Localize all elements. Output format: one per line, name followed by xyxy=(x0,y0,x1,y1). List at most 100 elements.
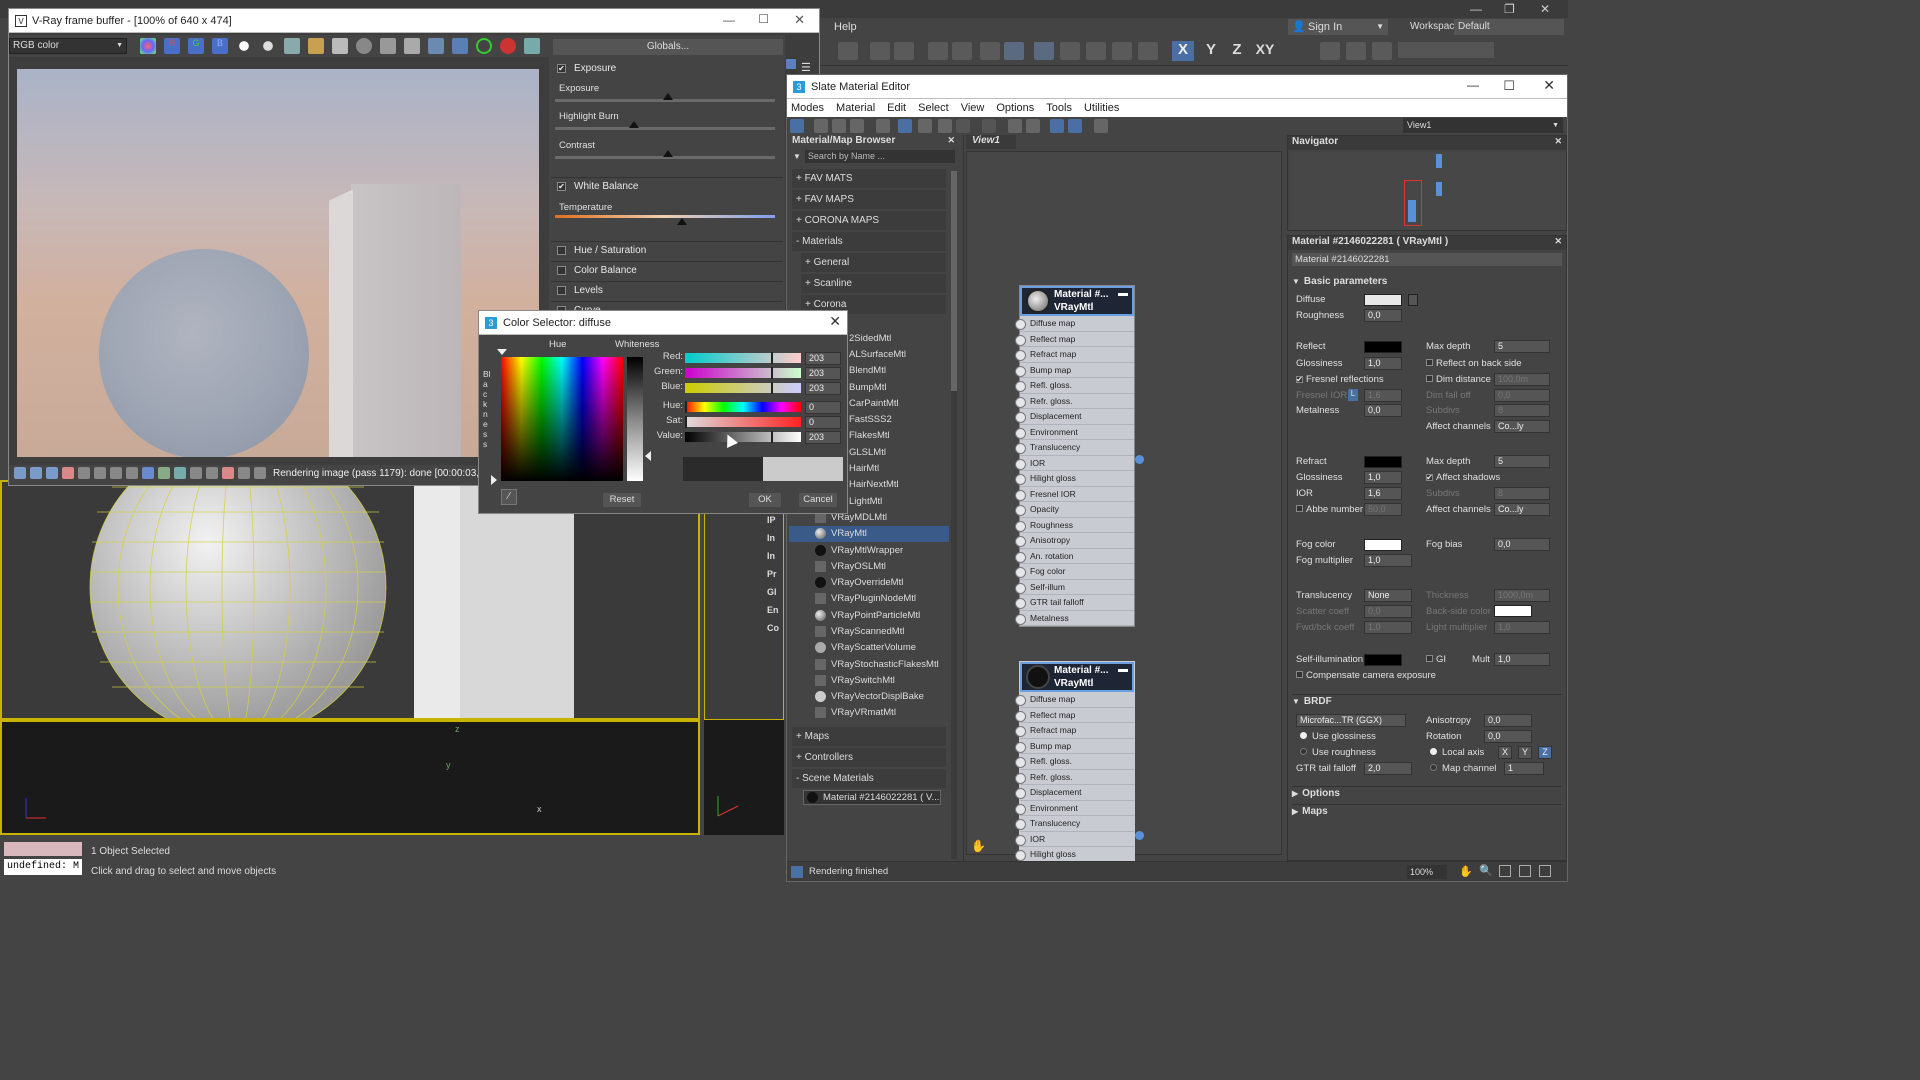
toolbar-icon[interactable] xyxy=(62,467,74,479)
maximize-icon[interactable]: ☐ xyxy=(1503,78,1515,94)
reflect-back-checkbox[interactable] xyxy=(1426,359,1433,366)
node-port[interactable]: Bump map xyxy=(1015,739,1134,754)
axis-y-button[interactable]: Y xyxy=(1518,746,1532,759)
hue-blackness-field[interactable] xyxy=(501,357,623,481)
delete-icon[interactable] xyxy=(876,119,890,133)
blackness-marker-icon[interactable] xyxy=(491,475,497,485)
node-port[interactable]: Metalness xyxy=(1015,611,1134,626)
backside-swatch[interactable] xyxy=(1494,605,1532,617)
exposure-checkbox[interactable]: ✔ xyxy=(557,63,566,73)
node-port[interactable]: Diffuse map xyxy=(1015,692,1134,708)
maximize-icon[interactable]: ☐ xyxy=(758,12,769,26)
slider-thumb[interactable] xyxy=(771,367,773,379)
toolbar-icon[interactable] xyxy=(94,467,106,479)
red-channel-icon[interactable]: R xyxy=(164,38,180,54)
layers-icon[interactable] xyxy=(452,38,468,54)
viewport-bottom-left[interactable]: z y x xyxy=(0,720,700,835)
axis-x-button[interactable]: X xyxy=(1498,746,1512,759)
menu-utilities[interactable]: Utilities xyxy=(1084,102,1119,114)
layout-icon[interactable] xyxy=(1008,119,1022,133)
zoom-extents-icon[interactable] xyxy=(1519,865,1531,877)
local-axis-label[interactable]: Local axis xyxy=(1430,747,1484,758)
comp-cam-checkbox[interactable] xyxy=(1296,671,1303,678)
clear-icon[interactable] xyxy=(332,38,348,54)
viewport-perspective[interactable] xyxy=(0,480,700,720)
category-maps[interactable]: + Maps xyxy=(792,727,946,747)
close-icon[interactable]: ✕ xyxy=(1554,136,1562,147)
node-output-port[interactable] xyxy=(1135,831,1144,840)
node-port[interactable]: GTR tail falloff xyxy=(1015,595,1134,611)
fwd-spinner[interactable]: 1,0 xyxy=(1364,621,1412,634)
collapse-icon[interactable]: ▬ xyxy=(1118,664,1128,675)
minimize-icon[interactable]: — xyxy=(1467,78,1479,92)
browser-scrollbar[interactable] xyxy=(951,171,957,859)
list-item[interactable]: VRayOverrideMtl xyxy=(789,574,949,590)
node-port[interactable]: Refract map xyxy=(1015,347,1134,363)
brdf-rollout[interactable]: ▼ BRDF xyxy=(1292,694,1562,708)
node-header[interactable]: Material #... VRayMtl ▬ xyxy=(1020,662,1134,692)
sign-in-button[interactable]: 👤 Sign In ▼ xyxy=(1288,19,1388,35)
node-port[interactable]: Opacity xyxy=(1015,502,1134,518)
use-roughness-label[interactable]: Use roughness xyxy=(1300,747,1376,758)
maps-rollout[interactable]: ▶ Maps xyxy=(1292,804,1562,818)
zoom-selected-icon[interactable] xyxy=(1539,865,1551,877)
affect-shadows-label[interactable]: ✔ Affect shadows xyxy=(1426,472,1500,483)
eyedropper-icon[interactable]: ⁄ xyxy=(501,489,517,505)
toolbar-icon[interactable] xyxy=(894,42,914,60)
red-spinner[interactable]: 203 xyxy=(805,352,841,365)
toolbar-icon[interactable] xyxy=(30,467,42,479)
maxscript-input[interactable]: undefined: M xyxy=(4,859,82,875)
brdf-type-dropdown[interactable]: Microfac...TR (GGX) xyxy=(1296,714,1406,727)
slider-thumb[interactable] xyxy=(685,416,687,428)
fresnel-ior-spinner[interactable]: 1,6 xyxy=(1364,389,1402,402)
zoom-region-icon[interactable] xyxy=(1499,865,1511,877)
list-item[interactable]: VRayVectorDisplBake xyxy=(789,689,949,705)
axis-xy-button[interactable]: XY xyxy=(1252,41,1278,61)
highlight-burn-thumb[interactable] xyxy=(629,121,639,128)
node-port[interactable]: Displacement xyxy=(1015,409,1134,425)
globals-button[interactable]: Globals... xyxy=(553,39,783,55)
map-channel-label[interactable]: Map channel xyxy=(1430,763,1496,774)
category-scene-materials[interactable]: - Scene Materials xyxy=(792,769,946,789)
gi-checkbox[interactable] xyxy=(1426,655,1433,662)
menu-modes[interactable]: Modes xyxy=(791,102,824,114)
toolbar-icon[interactable] xyxy=(174,467,186,479)
slider-thumb[interactable] xyxy=(771,352,773,364)
list-item[interactable]: VRayStochasticFlakesMtl xyxy=(789,656,949,672)
list-item[interactable]: VRayMtlWrapper xyxy=(789,542,949,558)
node-port[interactable]: Bump map xyxy=(1015,363,1134,378)
dim-distance-checkbox[interactable] xyxy=(1426,375,1433,382)
show-map-icon[interactable] xyxy=(982,119,996,133)
toolbar-icon[interactable] xyxy=(980,42,1000,60)
fog-color-swatch[interactable] xyxy=(1364,539,1402,551)
toolbar-icon[interactable] xyxy=(1372,42,1392,60)
toolbar-icon[interactable] xyxy=(838,42,858,60)
menu-material[interactable]: Material xyxy=(836,102,875,114)
teapot-icon[interactable] xyxy=(524,38,540,54)
layout-children-icon[interactable] xyxy=(1026,119,1040,133)
pick-material-icon[interactable] xyxy=(814,119,828,133)
mono-icon[interactable] xyxy=(260,38,276,54)
subcategory-general[interactable]: + General xyxy=(801,253,946,272)
reflect-back-label[interactable]: Reflect on back side xyxy=(1426,358,1522,369)
green-slider[interactable] xyxy=(685,368,801,378)
refr-glossiness-spinner[interactable]: 1,0 xyxy=(1364,471,1402,484)
node-header[interactable]: Material #... VRayMtl ▬ xyxy=(1020,286,1134,316)
rollout-item[interactable]: In xyxy=(757,551,787,569)
checker-icon[interactable] xyxy=(956,119,970,133)
track-mouse-icon[interactable] xyxy=(404,38,420,54)
options-rollout[interactable]: ▶ Options xyxy=(1292,786,1562,800)
rollout-item[interactable]: En xyxy=(757,605,787,623)
white-balance-section[interactable]: ✔ White Balance xyxy=(551,177,783,195)
menu-view[interactable]: View xyxy=(961,102,985,114)
value-slider[interactable] xyxy=(685,432,801,442)
close-icon[interactable]: ✕ xyxy=(947,135,955,146)
toolbar-icon[interactable] xyxy=(222,467,234,479)
list-item[interactable]: VRayPointParticleMtl xyxy=(789,607,949,623)
node-port[interactable]: Refr. gloss. xyxy=(1015,770,1134,785)
whiteness-marker-icon[interactable] xyxy=(645,451,651,461)
node-port[interactable]: Reflect map xyxy=(1015,708,1134,723)
exposure-thumb[interactable] xyxy=(663,93,673,100)
radio-icon[interactable] xyxy=(1430,764,1437,771)
hue-slider[interactable] xyxy=(685,402,801,412)
